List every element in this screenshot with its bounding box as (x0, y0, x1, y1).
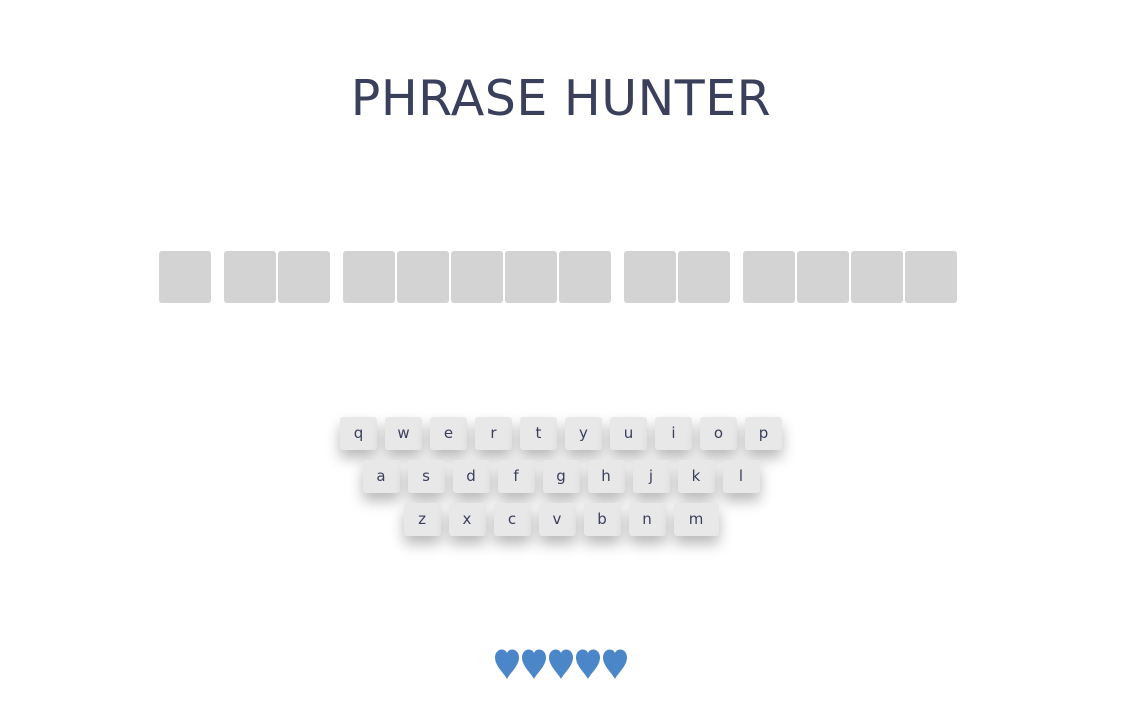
game-page: PHRASE HUNTER qwertyuiop asdfghjkl zxcvbnm (0, 0, 1122, 727)
key-i[interactable]: i (655, 417, 692, 450)
key-s[interactable]: s (407, 460, 445, 493)
key-t[interactable]: t (520, 417, 557, 450)
hidden-letter-tile (797, 251, 849, 303)
key-o[interactable]: o (700, 417, 737, 450)
heart-icon (549, 649, 573, 679)
key-d[interactable]: d (452, 460, 490, 493)
key-x[interactable]: x (448, 503, 486, 536)
hidden-letter-tile (505, 251, 557, 303)
hidden-letter-tile (451, 251, 503, 303)
phrase-word (159, 251, 211, 303)
key-r[interactable]: r (475, 417, 512, 450)
keyboard-row: qwertyuiop (0, 417, 1122, 450)
key-f[interactable]: f (497, 460, 535, 493)
phrase-word (743, 251, 957, 303)
heart-icon (495, 649, 519, 679)
hidden-letter-tile (851, 251, 903, 303)
key-m[interactable]: m (673, 503, 719, 536)
key-p[interactable]: p (745, 417, 782, 450)
key-y[interactable]: y (565, 417, 602, 450)
key-b[interactable]: b (583, 503, 621, 536)
phrase-board (159, 251, 957, 303)
key-j[interactable]: j (632, 460, 670, 493)
key-k[interactable]: k (677, 460, 715, 493)
onscreen-keyboard: qwertyuiop asdfghjkl zxcvbnm (0, 417, 1122, 546)
scoreboard (0, 648, 1122, 680)
key-v[interactable]: v (538, 503, 576, 536)
heart-icon (576, 649, 600, 679)
hidden-letter-tile (224, 251, 276, 303)
key-z[interactable]: z (403, 503, 441, 536)
hidden-letter-tile (624, 251, 676, 303)
heart-icon (522, 649, 546, 679)
key-n[interactable]: n (628, 503, 666, 536)
heart-icon (603, 649, 627, 679)
key-e[interactable]: e (430, 417, 467, 450)
phrase-word (343, 251, 611, 303)
hidden-letter-tile (278, 251, 330, 303)
hidden-letter-tile (397, 251, 449, 303)
key-c[interactable]: c (493, 503, 531, 536)
hidden-letter-tile (343, 251, 395, 303)
key-l[interactable]: l (722, 460, 760, 493)
hidden-letter-tile (905, 251, 957, 303)
key-u[interactable]: u (610, 417, 647, 450)
key-q[interactable]: q (340, 417, 377, 450)
phrase-word (224, 251, 330, 303)
phrase-word (624, 251, 730, 303)
hidden-letter-tile (678, 251, 730, 303)
key-w[interactable]: w (385, 417, 422, 450)
key-a[interactable]: a (362, 460, 400, 493)
page-title: PHRASE HUNTER (350, 70, 772, 127)
hidden-letter-tile (559, 251, 611, 303)
hidden-letter-tile (159, 251, 211, 303)
keyboard-row: asdfghjkl (0, 460, 1122, 493)
keyboard-row: zxcvbnm (0, 503, 1122, 536)
hidden-letter-tile (743, 251, 795, 303)
key-g[interactable]: g (542, 460, 580, 493)
key-h[interactable]: h (587, 460, 625, 493)
